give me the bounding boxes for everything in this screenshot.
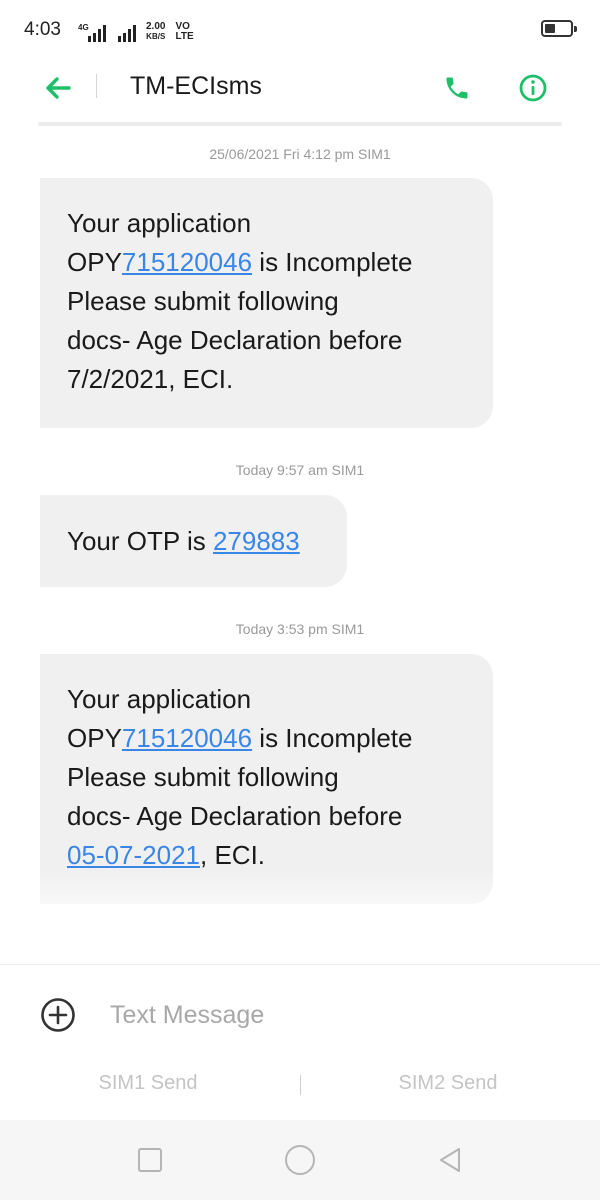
home-button[interactable]	[280, 1140, 320, 1180]
triangle-back-icon	[440, 1148, 460, 1172]
message-text: Your OTP is 279883	[67, 526, 300, 556]
message-bubble[interactable]: Your application OPY715120046 is Incompl…	[40, 178, 493, 428]
signal-strength-icon-sim1: 4G	[78, 23, 106, 42]
app-bar: TM-ECIsms	[0, 60, 600, 120]
battery-icon	[541, 20, 577, 37]
message-bubble[interactable]: Your application OPY715120046 is Incompl…	[40, 654, 493, 904]
nav-back-button[interactable]	[430, 1140, 470, 1180]
message-timestamp: Today 3:53 pm SIM1	[235, 621, 365, 637]
status-bar: 4:03 4G 2.00 KB/S VO LTE	[0, 0, 600, 60]
recents-button[interactable]	[130, 1140, 170, 1180]
list-fade	[0, 870, 600, 965]
plus-circle-icon	[41, 998, 75, 1032]
message-text: Your application OPY715120046 is Incompl…	[67, 684, 413, 870]
header-separator	[38, 122, 562, 126]
phone-icon	[446, 77, 468, 99]
sim2-send-button[interactable]: SIM2 Send	[348, 1072, 548, 1095]
application-number-link[interactable]: 715120046	[122, 247, 252, 277]
back-button[interactable]	[38, 68, 78, 108]
info-button[interactable]	[513, 68, 553, 108]
navigation-bar	[0, 1120, 600, 1200]
battery-level	[545, 24, 555, 33]
date-link[interactable]: 05-07-2021	[67, 840, 200, 870]
otp-code-link[interactable]: 279883	[213, 526, 300, 556]
network-indicators: 4G 2.00 KB/S VO LTE	[78, 14, 194, 42]
square-icon	[138, 1148, 162, 1172]
app-bar-divider	[96, 74, 97, 98]
compose-divider	[0, 964, 600, 965]
signal-strength-icon-sim2	[118, 25, 136, 42]
circle-icon	[285, 1145, 315, 1175]
message-timestamp: 25/06/2021 Fri 4:12 pm SIM1	[209, 146, 391, 162]
message-timestamp: Today 9:57 am SIM1	[235, 462, 365, 478]
contact-name: TM-ECIsms	[130, 72, 262, 100]
sim-divider	[300, 1075, 301, 1095]
volte-indicator: VO LTE	[175, 21, 194, 42]
message-input[interactable]	[110, 995, 560, 1035]
message-bubble[interactable]: Your OTP is 279883	[40, 495, 347, 587]
info-circle-icon	[519, 74, 547, 102]
data-speed: 2.00 KB/S	[146, 21, 166, 42]
arrow-left-icon	[46, 77, 71, 99]
call-button[interactable]	[437, 68, 477, 108]
network-type-label: 4G	[78, 23, 89, 32]
message-text: Your application OPY715120046 is Incompl…	[67, 208, 413, 394]
add-attachment-button[interactable]	[38, 995, 78, 1035]
status-time: 4:03	[24, 19, 61, 40]
sim1-send-button[interactable]: SIM1 Send	[48, 1072, 248, 1095]
application-number-link[interactable]: 715120046	[122, 723, 252, 753]
